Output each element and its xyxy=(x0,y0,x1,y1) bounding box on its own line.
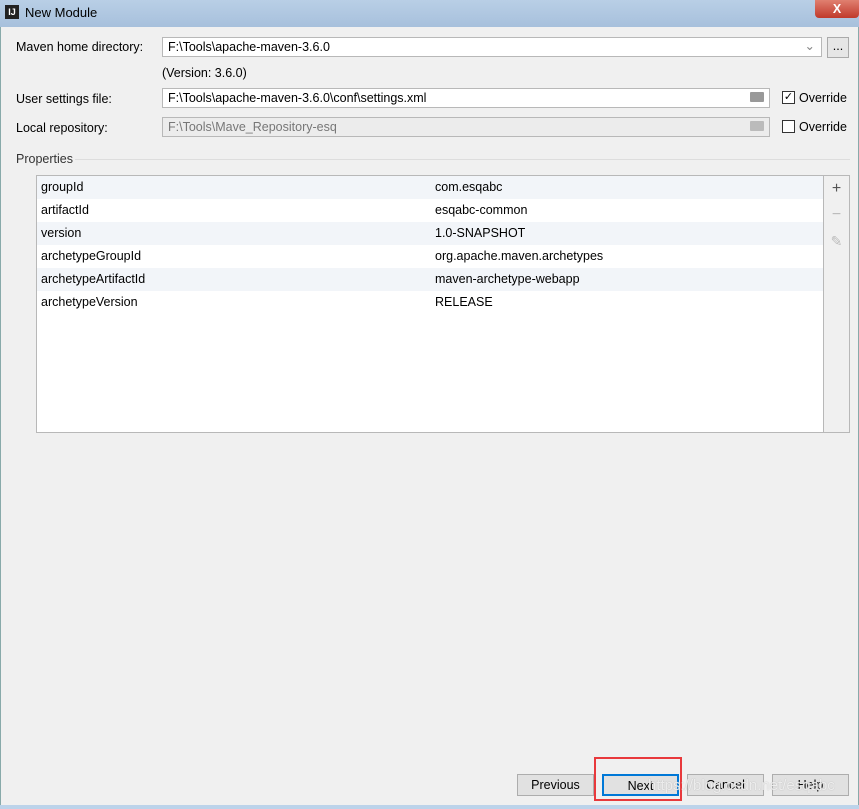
property-key: version xyxy=(41,226,82,240)
previous-button[interactable]: Previous xyxy=(517,774,594,796)
property-key: artifactId xyxy=(41,203,89,217)
property-value[interactable]: com.esqabc xyxy=(435,176,502,199)
chevron-down-icon: ⌄ xyxy=(804,39,815,53)
maven-home-value: F:\Tools\apache-maven-3.6.0 xyxy=(168,40,330,54)
folder-icon xyxy=(750,121,764,131)
table-row[interactable]: groupId com.esqabc xyxy=(37,176,823,199)
settings-override-checkbox[interactable]: ✓ xyxy=(782,91,795,104)
property-value[interactable]: esqabc-common xyxy=(435,199,527,222)
edit-icon[interactable]: ✎ xyxy=(824,228,849,254)
settings-value: F:\Tools\apache-maven-3.6.0\conf\setting… xyxy=(168,91,427,105)
table-row[interactable]: archetypeVersion RELEASE xyxy=(37,291,823,314)
folder-icon[interactable] xyxy=(750,92,764,102)
property-key: archetypeVersion xyxy=(41,295,138,309)
maven-home-label: Maven home directory: xyxy=(16,40,144,54)
property-key: groupId xyxy=(41,180,84,194)
property-value[interactable]: org.apache.maven.archetypes xyxy=(435,245,603,268)
property-key: archetypeGroupId xyxy=(41,249,142,263)
property-value[interactable]: RELEASE xyxy=(435,291,493,314)
browse-button[interactable]: ... xyxy=(827,37,849,58)
property-key: archetypeArtifactId xyxy=(41,272,146,286)
title-bar: IJ New Module X xyxy=(0,0,859,27)
version-note: (Version: 3.6.0) xyxy=(162,66,247,80)
properties-table: groupId com.esqabc artifactId esqabc-commo… xyxy=(36,175,824,433)
repo-label: Local repository: xyxy=(16,121,108,135)
repo-value: F:\Tools\Mave_Repository-esq xyxy=(168,120,337,134)
settings-override-label: Override xyxy=(799,91,847,105)
maven-home-select[interactable]: F:\Tools\apache-maven-3.6.0 ⌄ xyxy=(162,37,822,57)
window-title: New Module xyxy=(25,5,98,20)
repo-override-label: Override xyxy=(799,120,847,134)
property-value[interactable]: maven-archetype-webapp xyxy=(435,268,580,291)
table-row[interactable]: archetypeGroupId org.apache.maven.archety… xyxy=(37,245,823,268)
properties-toolbar: + − ✎ xyxy=(824,175,850,433)
table-row[interactable]: artifactId esqabc-common xyxy=(37,199,823,222)
divider xyxy=(75,159,850,160)
table-row[interactable]: version 1.0-SNAPSHOT xyxy=(37,222,823,245)
repo-override-checkbox[interactable] xyxy=(782,120,795,133)
watermark: https://blog.csdn.net/esqabc xyxy=(648,777,835,794)
settings-input[interactable]: F:\Tools\apache-maven-3.6.0\conf\setting… xyxy=(162,88,770,108)
properties-title: Properties xyxy=(16,152,73,166)
add-icon[interactable]: + xyxy=(824,176,849,202)
window-bottom-edge xyxy=(0,805,859,809)
repo-input[interactable]: F:\Tools\Mave_Repository-esq xyxy=(162,117,770,137)
remove-icon[interactable]: − xyxy=(824,202,849,228)
intellij-icon: IJ xyxy=(5,5,19,19)
property-value[interactable]: 1.0-SNAPSHOT xyxy=(435,222,525,245)
table-row[interactable]: archetypeArtifactId maven-archetype-webap… xyxy=(37,268,823,291)
close-button[interactable]: X xyxy=(815,0,859,18)
settings-label: User settings file: xyxy=(16,92,112,106)
